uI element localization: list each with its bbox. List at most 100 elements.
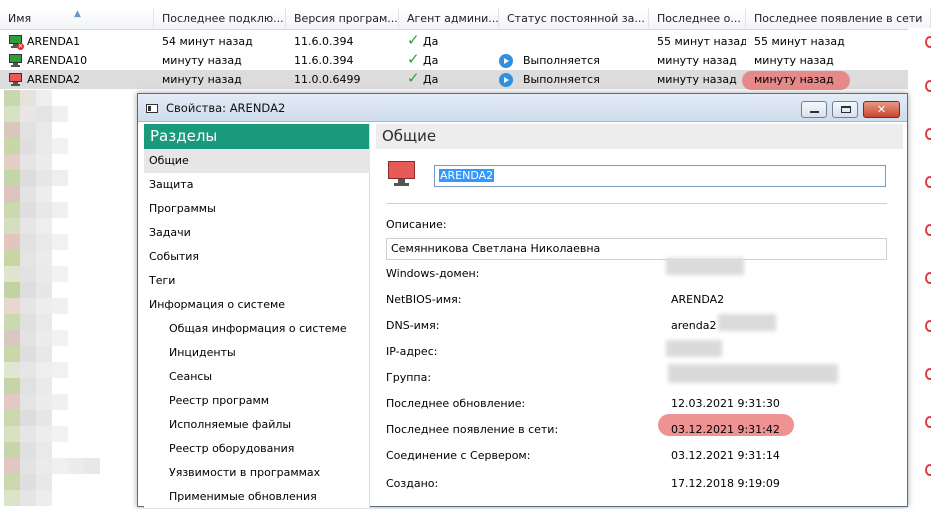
column-header-agent[interactable]: Агент админи... bbox=[399, 8, 499, 30]
alert-marker-icon bbox=[925, 320, 931, 332]
running-icon bbox=[499, 73, 513, 87]
cell-version: 11.0.0.6499 bbox=[294, 73, 361, 86]
sidebar-item-system-info[interactable]: Информация о системе bbox=[144, 293, 370, 317]
pane-heading: Общие bbox=[376, 124, 903, 149]
sort-asc-icon: ▲ bbox=[74, 9, 81, 19]
cell-version: 11.6.0.394 bbox=[294, 35, 354, 48]
sidebar-item-tasks[interactable]: Задачи bbox=[144, 221, 370, 245]
alert-marker-icon bbox=[925, 36, 931, 48]
cell-last-seen: 55 минут назад bbox=[754, 35, 845, 48]
cell-name: ARENDA2 bbox=[27, 73, 81, 86]
cell-last-update: минуту назад bbox=[657, 73, 737, 86]
server-connection-label: Соединение с Сервером: bbox=[386, 449, 531, 462]
cell-status: Выполняется bbox=[499, 51, 649, 70]
cell-agent: ✓ Да bbox=[407, 70, 439, 87]
table-row[interactable]: ✕ ARENDA1 54 минут назад 11.6.0.394 ✓ Да… bbox=[0, 32, 931, 51]
column-header-last-connect[interactable]: Последнее подклю... bbox=[154, 8, 286, 30]
redacted-value bbox=[668, 364, 838, 383]
alert-marker-icon bbox=[925, 176, 931, 188]
alert-marker-icon bbox=[925, 368, 931, 380]
computer-status-icon bbox=[388, 161, 416, 189]
check-icon: ✓ bbox=[407, 70, 420, 87]
computer-name-selected-text: ARENDA2 bbox=[439, 169, 495, 182]
description-label: Описание: bbox=[386, 218, 447, 231]
divider bbox=[386, 203, 887, 204]
column-header-last-update[interactable]: Последнее о... bbox=[649, 8, 746, 30]
window-titlebar[interactable]: Свойства: ARENDA2 ✕ bbox=[138, 94, 907, 122]
created-value: 17.12.2018 9:19:09 bbox=[671, 477, 780, 490]
column-header-name[interactable]: ▲ Имя bbox=[0, 8, 154, 30]
cell-agent: ✓ Да bbox=[407, 51, 439, 68]
cell-agent: ✓ Да bbox=[407, 32, 439, 49]
sidebar-item-vulnerabilities[interactable]: Уязвимости в программах bbox=[144, 461, 370, 485]
sidebar-item-protection[interactable]: Защита bbox=[144, 173, 370, 197]
window-icon bbox=[146, 104, 158, 113]
netbios-value: ARENDA2 bbox=[671, 293, 725, 306]
dns-value: arenda2 bbox=[671, 319, 717, 332]
close-button[interactable]: ✕ bbox=[863, 101, 900, 118]
window-title: Свойства: ARENDA2 bbox=[166, 101, 286, 115]
sidebar-heading: Разделы bbox=[144, 124, 369, 149]
description-field[interactable]: Семянникова Светлана Николаевна bbox=[386, 238, 887, 260]
ip-label: IP-адрес: bbox=[386, 345, 438, 358]
server-connection-value: 03.12.2021 9:31:14 bbox=[671, 449, 780, 462]
maximize-button[interactable] bbox=[832, 101, 858, 118]
running-icon bbox=[499, 54, 513, 68]
created-label: Создано: bbox=[386, 477, 439, 490]
column-header-version[interactable]: Версия програм... bbox=[286, 8, 399, 30]
sidebar-item-programs[interactable]: Программы bbox=[144, 197, 370, 221]
last-seen-label: Последнее появление в сети: bbox=[386, 423, 559, 436]
column-header-status[interactable]: Статус постоянной за... bbox=[499, 8, 649, 30]
general-pane: Общие ARENDA2 Описание: Семянникова Свет… bbox=[376, 124, 907, 508]
cell-last-seen: минуту назад bbox=[754, 73, 834, 86]
cell-last-connect: минуту назад bbox=[162, 54, 242, 67]
properties-window: Свойства: ARENDA2 ✕ Разделы Общие Защита… bbox=[137, 93, 908, 508]
table-row-selected[interactable]: ARENDA2 минуту назад 11.0.0.6499 ✓ Да Вы… bbox=[0, 70, 931, 90]
sidebar-item-sessions[interactable]: Сеансы bbox=[144, 365, 370, 389]
right-edge bbox=[908, 28, 931, 507]
grid-header: ▲ Имя Последнее подклю... Версия програм… bbox=[0, 8, 931, 30]
check-icon: ✓ bbox=[407, 51, 420, 68]
sidebar-item-events[interactable]: События bbox=[144, 245, 370, 269]
column-header-last-seen[interactable]: Последнее появление в сети bbox=[746, 8, 931, 30]
cell-version: 11.6.0.394 bbox=[294, 54, 354, 67]
table-row[interactable]: ARENDA10 минуту назад 11.6.0.394 ✓ Да Вы… bbox=[0, 51, 931, 70]
alert-marker-icon bbox=[925, 224, 931, 236]
alert-marker-icon bbox=[925, 416, 931, 428]
last-update-value: 12.03.2021 9:31:30 bbox=[671, 397, 780, 410]
cell-last-connect: 54 минут назад bbox=[162, 35, 253, 48]
last-update-label: Последнее обновление: bbox=[386, 397, 526, 410]
windows-domain-label: Windows-домен: bbox=[386, 267, 480, 280]
close-icon: ✕ bbox=[876, 103, 887, 116]
cell-status: Выполняется bbox=[499, 70, 649, 89]
computer-name-field[interactable]: ARENDA2 bbox=[434, 165, 886, 187]
redacted-area bbox=[0, 90, 100, 507]
minimize-button[interactable] bbox=[801, 101, 827, 118]
sections-sidebar: Разделы Общие Защита Программы Задачи Со… bbox=[144, 124, 370, 508]
cell-name: ARENDA10 bbox=[27, 54, 88, 67]
sidebar-item-incidents[interactable]: Инциденты bbox=[144, 341, 370, 365]
sidebar-item-updates[interactable]: Применимые обновления bbox=[144, 485, 370, 509]
sidebar-item-software-registry[interactable]: Реестр программ bbox=[144, 389, 370, 413]
redacted-value bbox=[666, 340, 722, 357]
alert-marker-icon bbox=[925, 464, 931, 476]
sidebar-item-executables[interactable]: Исполняемые файлы bbox=[144, 413, 370, 437]
cell-last-connect: минуту назад bbox=[162, 73, 242, 86]
group-label: Группа: bbox=[386, 371, 432, 384]
sidebar-item-hardware-registry[interactable]: Реестр оборудования bbox=[144, 437, 370, 461]
cell-last-seen: минуту назад bbox=[754, 54, 834, 67]
dns-label: DNS-имя: bbox=[386, 319, 440, 332]
redacted-value bbox=[718, 314, 776, 331]
sidebar-item-tags[interactable]: Теги bbox=[144, 269, 370, 293]
check-icon: ✓ bbox=[407, 32, 420, 49]
sidebar-item-system-overview[interactable]: Общая информация о системе bbox=[144, 317, 370, 341]
redacted-value bbox=[666, 258, 744, 275]
sidebar-item-general[interactable]: Общие bbox=[144, 149, 370, 173]
alert-marker-icon bbox=[925, 272, 931, 284]
minimize-icon bbox=[810, 111, 819, 113]
netbios-label: NetBIOS-имя: bbox=[386, 293, 462, 306]
cell-name: ARENDA1 bbox=[27, 35, 81, 48]
last-seen-value: 03.12.2021 9:31:42 bbox=[671, 423, 780, 436]
alert-marker-icon bbox=[925, 80, 931, 92]
maximize-icon bbox=[841, 106, 851, 113]
